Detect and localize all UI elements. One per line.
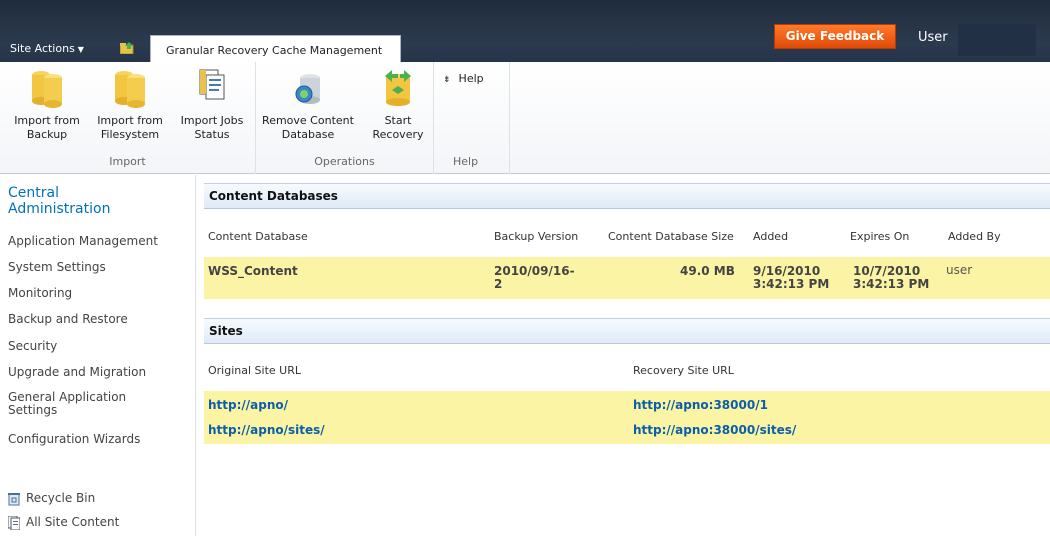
ribbon-group-label-import: Import	[109, 155, 146, 168]
database-icon	[115, 71, 145, 108]
all-site-content-link[interactable]: All Site Content	[8, 515, 119, 530]
sites-header: Sites	[204, 318, 1050, 344]
col-content-database-size: Content Database Size	[608, 230, 734, 243]
col-expires-on: Expires On	[850, 230, 910, 243]
added-by-user: user	[946, 263, 973, 277]
sites-rows: http://apno/ http://apno:38000/1 http://…	[204, 391, 1050, 444]
nav-item-general-application-settings[interactable]: General Application Settings	[8, 391, 126, 417]
all-content-icon	[8, 515, 20, 530]
recovery-site-url-link[interactable]: http://apno:38000/sites/	[633, 423, 796, 437]
original-site-url-link[interactable]: http://apno/	[208, 398, 288, 412]
col-added: Added	[753, 230, 789, 243]
ribbon-group-operations: Remove Content Database Start Recovery O…	[256, 62, 434, 174]
added-date: 9/16/2010 3:42:13 PM	[753, 265, 829, 291]
help-button[interactable]: ⇟ Help	[443, 72, 484, 85]
document-icon	[199, 69, 225, 100]
recycle-bin-icon	[8, 492, 20, 505]
nav-item-upgrade-migration[interactable]: Upgrade and Migration	[8, 366, 146, 379]
ribbon: Import from Backup Import from Filesyste…	[0, 62, 1050, 174]
import-backup-line1: Import from	[14, 114, 80, 127]
import-filesystem-line2: Filesystem	[100, 128, 160, 141]
added-date-line1: 9/16/2010	[753, 264, 821, 278]
ribbon-group-label-operations: Operations	[314, 155, 375, 168]
nav-title-central-administration[interactable]: Central Administration	[8, 185, 110, 217]
all-site-content-label: All Site Content	[26, 515, 120, 529]
nav-item-configuration-wizards[interactable]: Configuration Wizards	[8, 433, 140, 446]
nav-general-line2: Settings	[8, 403, 58, 417]
recovery-site-url-link[interactable]: http://apno:38000/1	[633, 398, 768, 412]
nav-general-line1: General Application	[8, 390, 127, 404]
nav-item-backup-restore[interactable]: Backup and Restore	[8, 313, 128, 326]
user-menu[interactable]: User	[918, 30, 948, 45]
start-recovery-line2: Recovery	[372, 128, 424, 141]
col-original-site-url: Original Site URL	[208, 364, 301, 377]
nav-title-line1: Central	[8, 185, 59, 201]
import-filesystem-line1: Import from	[97, 114, 163, 127]
caret-down-icon: ▼	[77, 45, 84, 54]
table-row[interactable]: WSS_Content 2010/09/16- 2 49.0 MB 9/16/2…	[204, 257, 1050, 299]
tab-granular-recovery[interactable]: Granular Recovery Cache Management	[150, 35, 401, 62]
navigate-up-icon[interactable]	[120, 42, 135, 54]
col-content-database: Content Database	[208, 230, 308, 243]
give-feedback-button[interactable]: Give Feedback	[774, 24, 896, 49]
help-arrow-icon: ⇟	[443, 75, 451, 85]
import-backup-line2: Backup	[26, 128, 68, 141]
col-recovery-site-url: Recovery Site URL	[633, 364, 734, 377]
site-actions-label: Site Actions	[10, 42, 75, 55]
start-recovery-line1: Start	[384, 114, 412, 127]
recycle-bin-label: Recycle Bin	[26, 491, 96, 505]
nav-item-monitoring[interactable]: Monitoring	[8, 287, 72, 300]
nav-item-security[interactable]: Security	[8, 340, 57, 353]
expires-date-line1: 10/7/2010	[853, 264, 921, 278]
content-databases-header: Content Databases	[204, 183, 1050, 209]
top-bar: Site Actions ▼ Granular Recovery Cache Ma…	[0, 0, 1050, 62]
help-label: Help	[458, 72, 484, 85]
nav-title-line2: Administration	[8, 201, 111, 217]
col-backup-version: Backup Version	[494, 230, 579, 243]
import-jobs-line1: Import Jobs	[180, 114, 244, 127]
start-recovery-button[interactable]: Start Recovery	[368, 68, 428, 142]
import-from-filesystem-button[interactable]: Import from Filesystem	[92, 68, 168, 142]
content-database-name: WSS_Content	[208, 264, 298, 278]
added-date-line2: 3:42:13 PM	[753, 277, 830, 291]
database-remove-icon	[295, 74, 320, 104]
expires-date-line2: 3:42:13 PM	[853, 277, 930, 291]
remove-db-line2: Database	[281, 128, 335, 141]
recycle-bin-link[interactable]: Recycle Bin	[8, 491, 95, 506]
backup-version-line1: 2010/09/16-	[494, 264, 575, 278]
expires-on-date: 10/7/2010 3:42:13 PM	[853, 265, 929, 291]
import-jobs-status-button[interactable]: Import Jobs Status	[176, 68, 248, 142]
original-site-url-link[interactable]: http://apno/sites/	[208, 423, 325, 437]
col-added-by: Added By	[948, 230, 1001, 243]
ribbon-group-import: Import from Backup Import from Filesyste…	[0, 62, 256, 174]
database-size: 49.0 MB	[680, 264, 735, 278]
site-actions-menu[interactable]: Site Actions ▼	[10, 42, 84, 55]
user-avatar-block	[958, 24, 1036, 56]
nav-item-application-management[interactable]: Application Management	[8, 235, 158, 248]
database-icon	[32, 71, 62, 108]
remove-content-database-button[interactable]: Remove Content Database	[260, 68, 356, 142]
left-navigation: Central Administration Application Manag…	[0, 175, 196, 536]
import-from-backup-button[interactable]: Import from Backup	[12, 68, 82, 142]
nav-item-system-settings[interactable]: System Settings	[8, 261, 106, 274]
database-recover-icon	[385, 70, 411, 106]
import-jobs-line2: Status	[194, 128, 230, 141]
backup-version: 2010/09/16- 2	[494, 265, 575, 291]
ribbon-group-label-help: Help	[453, 155, 479, 168]
backup-version-line2: 2	[494, 277, 503, 291]
remove-db-line1: Remove Content	[262, 114, 354, 127]
